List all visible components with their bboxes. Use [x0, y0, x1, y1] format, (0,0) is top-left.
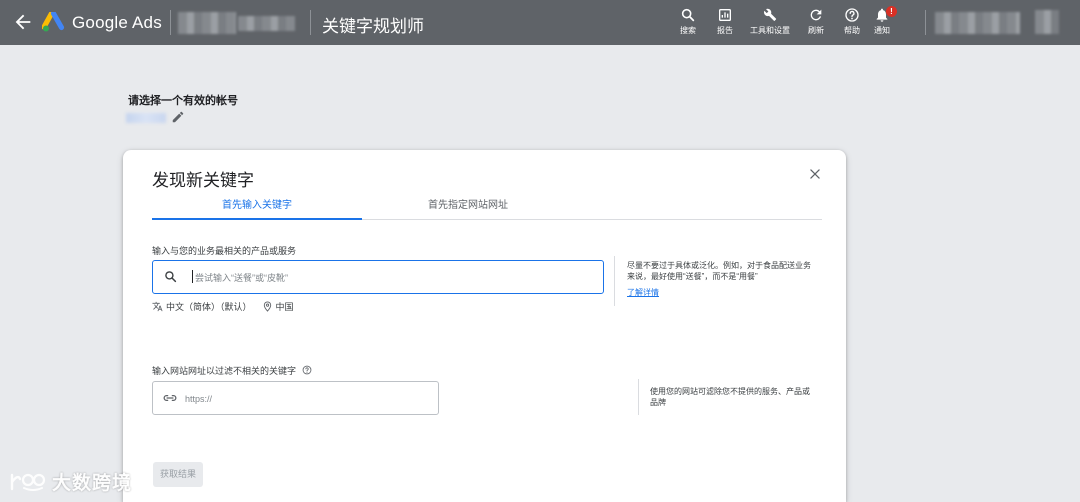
reports-icon: [719, 9, 731, 21]
page-title: 关键字规划师: [322, 17, 424, 36]
wrench-icon: [763, 8, 777, 21]
reports-tool-button[interactable]: 报告: [703, 7, 747, 35]
tab-start-with-keywords[interactable]: 首先输入关键字: [152, 196, 362, 220]
discover-keywords-dialog: 发现新关键字 首先输入关键字 首先指定网站网址 输入与您的业务最相关的产品或服务…: [123, 150, 846, 502]
account-id-redacted: [238, 16, 295, 31]
get-results-button[interactable]: 获取结果: [153, 462, 203, 487]
help-circle-icon: [845, 8, 859, 22]
keyword-tip: 尽量不要过于具体或泛化。例如，对于食品配送业务来说，最好使用“送餐”，而不是“用…: [627, 260, 817, 298]
website-url-input[interactable]: [183, 390, 432, 408]
keyword-input-label: 输入与您的业务最相关的产品或服务: [152, 246, 297, 256]
close-icon[interactable]: [808, 167, 822, 181]
watermark-logo-icon: [10, 473, 46, 491]
tab-start-with-website[interactable]: 首先指定网站网址: [363, 196, 573, 220]
header-divider: [170, 10, 171, 35]
url-tip: 使用您的网站可滤除您不提供的服务、产品或品牌: [650, 387, 810, 407]
search-icon: [165, 271, 177, 283]
header-divider: [310, 10, 311, 35]
refresh-icon: [810, 9, 822, 21]
google-ads-logo-icon[interactable]: [42, 12, 66, 33]
tip-separator: [614, 256, 615, 306]
learn-more-link[interactable]: 了解详情: [627, 287, 659, 298]
pencil-icon[interactable]: [171, 110, 185, 124]
watermark-text: 大数跨境: [52, 473, 133, 494]
location-pin-icon[interactable]: [262, 301, 273, 312]
notifications-label: 通知: [874, 26, 890, 35]
help-outline-icon[interactable]: [302, 365, 312, 375]
avatar[interactable]: [1035, 10, 1059, 34]
search-icon: [681, 8, 695, 22]
reports-tool-label: 报告: [717, 26, 733, 35]
website-url-box[interactable]: [152, 381, 439, 415]
keyword-search-box[interactable]: [152, 260, 604, 294]
notification-badge: !: [886, 6, 897, 17]
selected-account-redacted: [126, 113, 166, 123]
header-divider: [925, 10, 926, 35]
keyword-tip-text: 尽量不要过于具体或泛化。例如，对于食品配送业务来说，最好使用“送餐”，而不是“用…: [627, 261, 811, 281]
user-account-redacted[interactable]: [935, 12, 1020, 34]
watermark: 大数跨境: [8, 468, 132, 495]
product-name: Google Ads: [72, 13, 162, 32]
keyword-input[interactable]: [193, 269, 597, 287]
language-location-row: 中文（简体）（默认） 中国: [152, 300, 294, 313]
translate-icon[interactable]: [152, 301, 163, 312]
dialog-title: 发现新关键字: [152, 171, 254, 190]
account-name-redacted[interactable]: [178, 12, 236, 34]
account-prompt: 请选择一个有效的帐号: [128, 95, 238, 107]
location-setting[interactable]: 中国: [276, 300, 294, 313]
top-app-bar: Google Ads 关键字规划师 搜索 报告 工具和设置 刷新 帮助 ! 通知: [0, 0, 1080, 45]
notifications-button[interactable]: ! 通知: [860, 6, 904, 35]
url-input-label: 输入网站网址以过滤不相关的关键字: [152, 364, 312, 377]
tools-settings-button[interactable]: 工具和设置: [748, 7, 792, 35]
link-icon: [163, 395, 177, 401]
language-setting[interactable]: 中文（简体）（默认）: [166, 300, 252, 313]
tip-separator: [638, 379, 639, 415]
url-input-label-text: 输入网站网址以过滤不相关的关键字: [152, 366, 297, 376]
back-arrow-icon[interactable]: [12, 11, 34, 33]
tools-settings-label: 工具和设置: [750, 26, 790, 35]
